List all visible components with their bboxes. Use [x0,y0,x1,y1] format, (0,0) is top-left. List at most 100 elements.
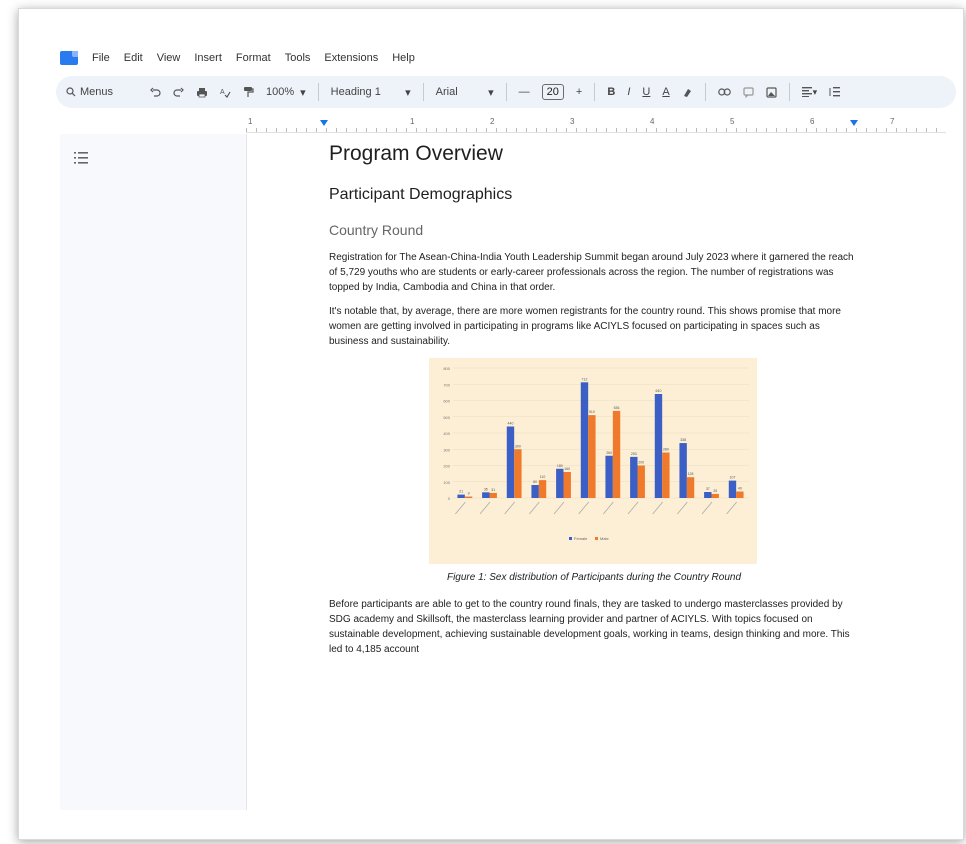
bar-male[interactable] [612,410,621,498]
menu-extensions[interactable]: Extensions [324,52,378,64]
bar-female[interactable] [457,494,465,498]
heading-country-round[interactable]: Country Round [329,222,859,238]
menu-file[interactable]: File [92,52,110,64]
paragraph-masterclasses[interactable]: Before participants are able to get to t… [329,597,859,657]
ruler-number: 7 [890,117,895,126]
paragraph-registration[interactable]: Registration for The Asean-China-India Y… [329,250,859,295]
redo-button[interactable] [167,76,190,108]
toolbar: Menus A 100% ▾ Heading 1 ▾ Arial ▾ — 20 … [56,76,956,108]
menu-help[interactable]: Help [392,52,415,64]
paint-format-button[interactable] [237,76,260,108]
decrease-font-size-button[interactable]: — [513,76,536,108]
search-icon [66,87,76,97]
font-select[interactable]: Arial ▾ [430,76,500,108]
data-label: 21 [459,490,463,494]
bar-female[interactable] [580,382,589,498]
bar-male[interactable] [563,472,571,498]
menu-tools[interactable]: Tools [285,52,311,64]
chevron-down-icon: ▾ [405,86,411,99]
document-page[interactable]: Program Overview Participant Demographic… [247,134,947,810]
chevron-down-icon: ▾ [300,86,306,99]
bar-female[interactable] [482,492,490,498]
align-button[interactable]: ▾ [796,76,824,108]
toolbar-divider [317,83,319,101]
data-label: 280 [663,448,669,452]
legend-swatch [595,537,598,540]
italic-button[interactable]: I [621,76,636,108]
toolbar-divider [594,83,596,101]
document-title[interactable]: Program Overview [329,142,859,166]
bar-male[interactable] [686,477,695,498]
heading-participant-demographics[interactable]: Participant Demographics [329,186,859,204]
horizontal-ruler[interactable]: 1 1 2 3 4 5 6 7 [246,117,946,133]
insert-image-button[interactable] [760,76,783,108]
figure-caption[interactable]: Figure 1: Sex distribution of Participan… [329,572,859,583]
menu-insert[interactable]: Insert [194,52,222,64]
left-indent-marker[interactable] [320,120,328,126]
zoom-select[interactable]: 100% ▾ [260,76,312,108]
bar-female[interactable] [704,491,712,498]
bar-male[interactable] [588,415,596,498]
comment-icon [743,86,754,98]
x-tick-label [603,501,614,515]
font-size-input[interactable]: 20 [541,84,564,100]
bar-female[interactable] [506,426,515,499]
chevron-down-icon: ▾ [812,86,818,97]
bar-male[interactable] [637,465,645,499]
spellcheck-button[interactable]: A [214,76,237,108]
insert-comment-button[interactable] [737,76,760,108]
menu-edit[interactable]: Edit [124,52,143,64]
bar-male[interactable] [489,492,497,498]
image-icon [766,86,777,98]
bar-male[interactable] [711,493,719,498]
underline-button[interactable]: U [636,76,656,108]
insert-link-button[interactable] [712,76,737,108]
y-tick-label: 0 [448,496,451,501]
menus-search-button[interactable]: Menus [56,76,144,108]
bar-female[interactable] [605,455,613,498]
line-spacing-icon [829,87,841,97]
print-button[interactable] [190,76,214,108]
sex-distribution-chart[interactable]: 0 100 200 300 400 500 600 700 800 21 9 35 31 440 300 80… [429,358,757,564]
plus-icon: + [575,86,583,98]
y-tick-label: 800 [443,366,450,371]
bar-female[interactable] [679,443,687,498]
y-tick-label: 700 [443,382,450,387]
data-label: 300 [515,444,521,448]
bar-male[interactable] [538,480,547,498]
highlight-button[interactable] [676,76,699,108]
increase-font-size-button[interactable]: + [570,76,588,108]
y-tick-label: 200 [443,464,450,469]
bar-male[interactable] [736,491,744,499]
docs-logo-icon[interactable] [60,51,78,65]
data-label: 110 [540,475,546,479]
bar-female[interactable] [556,468,564,498]
bar-female[interactable] [654,394,663,498]
menu-format[interactable]: Format [236,52,271,64]
paragraph-style-select[interactable]: Heading 1 ▾ [325,76,417,108]
document-outline-panel [60,134,247,810]
legend-label: Female [574,536,588,541]
bar-female[interactable] [531,485,539,498]
legend-swatch [569,537,572,540]
align-left-icon [801,87,812,97]
x-tick-label [701,501,713,515]
line-spacing-button[interactable] [823,76,846,108]
bar-male[interactable] [464,496,473,498]
redo-icon [173,87,184,97]
bold-button[interactable]: B [601,76,621,108]
bar-female[interactable] [630,456,638,498]
document-content[interactable]: Program Overview Participant Demographic… [329,142,859,666]
menu-view[interactable]: View [157,52,181,64]
bar-male[interactable] [514,449,522,498]
right-indent-marker[interactable] [850,120,858,126]
minus-icon: — [518,86,530,98]
x-tick-label [652,501,663,515]
data-label: 260 [606,451,612,455]
bar-male[interactable] [662,452,670,499]
text-color-button[interactable]: A [656,76,675,108]
outline-icon[interactable] [74,152,88,164]
undo-button[interactable] [144,76,167,108]
bar-female[interactable] [728,480,737,498]
paragraph-women-registrants[interactable]: It's notable that, by average, there are… [329,304,859,349]
